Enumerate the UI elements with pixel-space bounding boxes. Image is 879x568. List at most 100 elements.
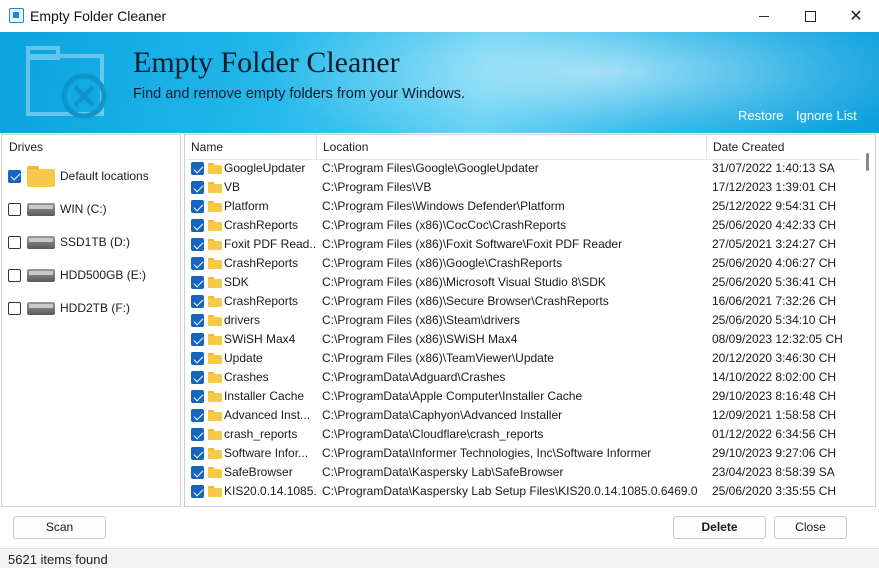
- row-checkbox[interactable]: [191, 162, 204, 175]
- cell-location: C:\ProgramData\Kaspersky Lab Setup Files…: [322, 484, 698, 498]
- row-checkbox[interactable]: [191, 371, 204, 384]
- drive-checkbox[interactable]: [8, 169, 21, 183]
- table-row[interactable]: SafeBrowser C:\ProgramData\Kaspersky Lab\…: [185, 463, 860, 482]
- delete-button[interactable]: Delete: [673, 516, 766, 539]
- folder-icon: [208, 277, 222, 288]
- table-row[interactable]: KIS20.0.14.1085... C:\ProgramData\Kaspers…: [185, 482, 860, 501]
- row-checkbox[interactable]: [191, 314, 204, 327]
- table-row[interactable]: drivers C:\Program Files (x86)\Steam\driv…: [185, 311, 860, 330]
- header-banner: Empty Folder Cleaner Find and remove emp…: [0, 32, 879, 133]
- vertical-scrollbar[interactable]: [861, 135, 875, 506]
- cell-location: C:\ProgramData\Apple Computer\Installer …: [322, 389, 583, 403]
- row-checkbox[interactable]: [191, 409, 204, 422]
- folder-icon: [208, 334, 222, 345]
- row-checkbox[interactable]: [191, 485, 204, 498]
- row-checkbox[interactable]: [191, 276, 204, 289]
- drive-checkbox[interactable]: [8, 235, 21, 249]
- cell-date-created: 23/04/2023 8:58:39 SA: [712, 465, 835, 479]
- drive-checkbox[interactable]: [8, 202, 21, 216]
- folder-icon: [208, 201, 222, 212]
- scrollbar-thumb[interactable]: [866, 153, 869, 171]
- minimize-button[interactable]: [741, 0, 787, 32]
- restore-link[interactable]: Restore: [738, 108, 784, 123]
- table-row[interactable]: Platform C:\Program Files\Windows Defende…: [185, 197, 860, 216]
- row-checkbox[interactable]: [191, 447, 204, 460]
- cell-date-created: 29/10/2023 9:27:06 CH: [712, 446, 837, 460]
- cell-name: SafeBrowser: [224, 465, 293, 479]
- cell-date-created: 12/09/2021 1:58:58 CH: [712, 408, 837, 422]
- row-checkbox[interactable]: [191, 428, 204, 441]
- cell-date-created: 14/10/2022 8:02:00 CH: [712, 370, 837, 384]
- column-header-date-created[interactable]: Date Created: [707, 135, 847, 160]
- table-row[interactable]: GoogleUpdater C:\Program Files\Google\Goo…: [185, 159, 860, 178]
- cell-location: C:\ProgramData\Cloudflare\crash_reports: [322, 427, 544, 441]
- table-row[interactable]: Update C:\Program Files (x86)\TeamViewer\…: [185, 349, 860, 368]
- drive-item[interactable]: HDD2TB (F:): [2, 296, 180, 320]
- table-row[interactable]: CrashReports C:\Program Files (x86)\Googl…: [185, 254, 860, 273]
- cell-date-created: 29/10/2023 8:16:48 CH: [712, 389, 837, 403]
- drive-item[interactable]: Default locations: [2, 164, 180, 188]
- row-checkbox[interactable]: [191, 466, 204, 479]
- table-row[interactable]: SWiSH Max4 C:\Program Files (x86)\SWiSH M…: [185, 330, 860, 349]
- drive-item[interactable]: HDD500GB (E:): [2, 263, 180, 287]
- drive-item[interactable]: WIN (C:): [2, 197, 180, 221]
- row-checkbox[interactable]: [191, 295, 204, 308]
- scan-button[interactable]: Scan: [13, 516, 106, 539]
- row-checkbox[interactable]: [191, 200, 204, 213]
- status-bar: 5621 items found: [0, 548, 879, 568]
- column-header-location[interactable]: Location: [317, 135, 707, 160]
- folder-icon: [208, 163, 222, 174]
- folder-icon: [208, 467, 222, 478]
- maximize-button[interactable]: [787, 0, 833, 32]
- table-row[interactable]: Foxit PDF Read... C:\Program Files (x86)\…: [185, 235, 860, 254]
- row-checkbox[interactable]: [191, 219, 204, 232]
- cell-date-created: 25/12/2022 9:54:31 CH: [712, 199, 837, 213]
- table-row[interactable]: VB C:\Program Files\VB 17/12/2023 1:39:01 …: [185, 178, 860, 197]
- cell-name: CrashReports: [224, 256, 299, 270]
- table-row[interactable]: Advanced Inst... C:\ProgramData\Caphyon\A…: [185, 406, 860, 425]
- cell-name: Crashes: [224, 370, 269, 384]
- cell-name: CrashReports: [224, 218, 299, 232]
- cell-name: CrashReports: [224, 294, 299, 308]
- empty-folder-list[interactable]: Name Location Date Created GoogleUpdater…: [184, 134, 876, 507]
- cell-name: Advanced Inst...: [224, 408, 311, 422]
- close-button[interactable]: Close: [774, 516, 847, 539]
- status-text: 5621 items found: [8, 552, 108, 567]
- cell-location: C:\Program Files (x86)\Steam\drivers: [322, 313, 521, 327]
- table-row[interactable]: crash_reports C:\ProgramData\Cloudflare\c…: [185, 425, 860, 444]
- cell-location: C:\Program Files (x86)\Foxit Software\Fo…: [322, 237, 623, 251]
- row-checkbox[interactable]: [191, 181, 204, 194]
- table-row[interactable]: CrashReports C:\Program Files (x86)\CocCo…: [185, 216, 860, 235]
- folder-icon: [208, 429, 222, 440]
- table-row[interactable]: CrashReports C:\Program Files (x86)\Secur…: [185, 292, 860, 311]
- cell-location: C:\Program Files\VB: [322, 180, 432, 194]
- table-row[interactable]: Installer Cache C:\ProgramData\Apple Comp…: [185, 387, 860, 406]
- cell-name: Software Infor...: [224, 446, 309, 460]
- drive-icon: [27, 301, 55, 315]
- drive-checkbox[interactable]: [8, 268, 21, 282]
- table-row[interactable]: Software Infor... C:\ProgramData\Informer…: [185, 444, 860, 463]
- close-window-button[interactable]: ✕: [833, 0, 879, 32]
- folder-icon: [27, 165, 55, 187]
- cell-location: C:\ProgramData\Informer Technologies, In…: [322, 446, 652, 460]
- row-checkbox[interactable]: [191, 390, 204, 403]
- cell-location: C:\Program Files (x86)\Microsoft Visual …: [322, 275, 606, 289]
- folder-icon: [208, 220, 222, 231]
- row-checkbox[interactable]: [191, 257, 204, 270]
- table-row[interactable]: SDK C:\Program Files (x86)\Microsoft Visu…: [185, 273, 860, 292]
- cell-location: C:\Program Files (x86)\SWiSH Max4: [322, 332, 518, 346]
- drive-checkbox[interactable]: [8, 301, 21, 315]
- row-checkbox[interactable]: [191, 333, 204, 346]
- cell-date-created: 08/09/2023 12:32:05 CH: [712, 332, 843, 346]
- table-row[interactable]: Crashes C:\ProgramData\Adguard\Crashes 14/…: [185, 368, 860, 387]
- cell-date-created: 25/06/2020 3:35:55 CH: [712, 484, 837, 498]
- ignore-list-link[interactable]: Ignore List: [796, 108, 857, 123]
- drive-label: HDD500GB (E:): [60, 268, 147, 282]
- cell-name: Update: [224, 351, 263, 365]
- row-checkbox[interactable]: [191, 238, 204, 251]
- column-header-name[interactable]: Name: [185, 135, 317, 160]
- drive-item[interactable]: SSD1TB (D:): [2, 230, 180, 254]
- row-checkbox[interactable]: [191, 352, 204, 365]
- drives-header: Drives: [9, 140, 44, 154]
- folder-icon: [208, 486, 222, 497]
